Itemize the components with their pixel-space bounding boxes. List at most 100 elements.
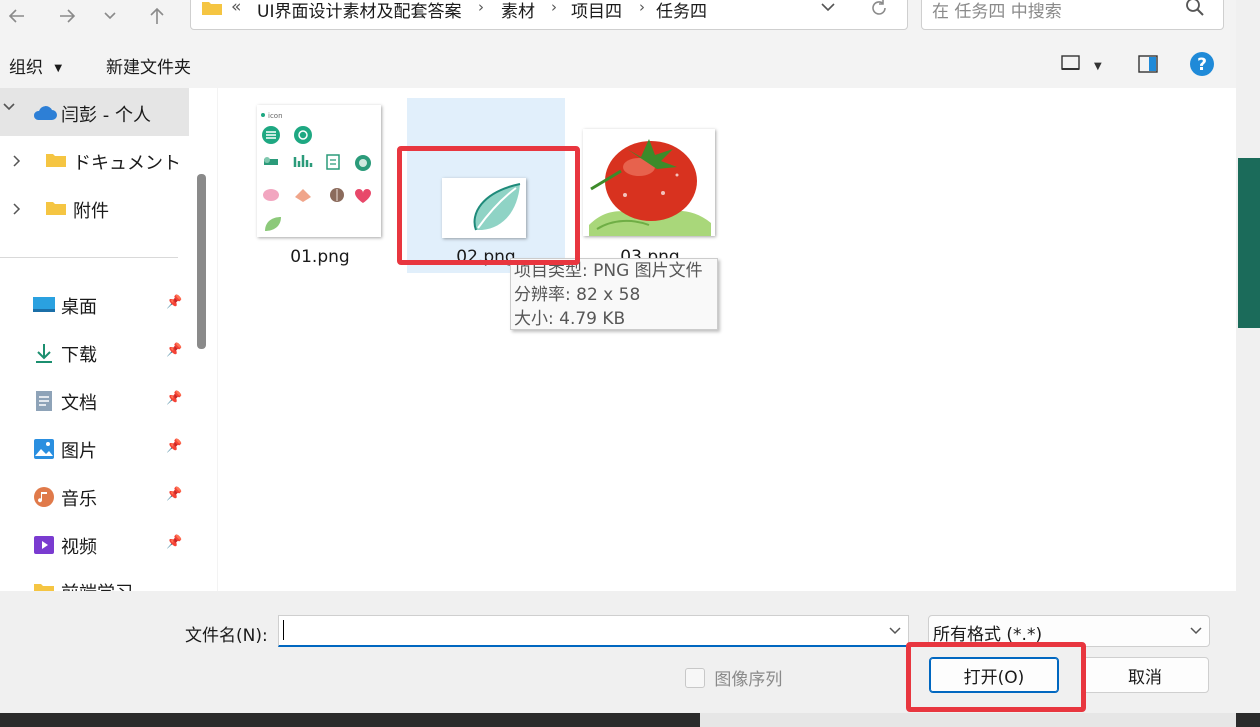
view-icon: [1061, 55, 1080, 70]
nav-scrollbar[interactable]: [197, 88, 207, 591]
folder-icon: [202, 2, 222, 15]
breadcrumb-item-3[interactable]: 项目四: [571, 0, 622, 22]
tomato-image: [589, 139, 711, 236]
chevron-down-icon: [1190, 627, 1202, 635]
cancel-button[interactable]: 取消: [1081, 657, 1209, 693]
chevron-right-icon[interactable]: [12, 201, 22, 221]
nav-item-label: 视频: [61, 537, 97, 558]
folder-icon: [34, 584, 54, 591]
back-button[interactable]: [0, 0, 34, 32]
organize-label: 组织: [9, 58, 43, 78]
nav-item-downloads[interactable]: 下载 📌: [0, 329, 189, 377]
command-bar: 组织 ▼ 新建文件夹 ▼ ?: [0, 40, 1236, 88]
tooltip-resolution: 分辨率: 82 x 58: [514, 285, 641, 305]
taskbar-segment: [700, 713, 1236, 727]
help-icon: ?: [1190, 52, 1214, 76]
breadcrumb-item-1[interactable]: UI界面设计素材及配套答案: [257, 0, 461, 22]
refresh-icon: [872, 0, 886, 15]
breadcrumb-item-2[interactable]: 素材: [501, 0, 535, 22]
filename-input[interactable]: [278, 615, 909, 647]
change-view-button[interactable]: [1060, 54, 1082, 77]
nav-item-frontend[interactable]: 前端学习: [0, 569, 189, 591]
pin-icon[interactable]: 📌: [166, 439, 182, 454]
caret-down-icon: ▼: [1094, 61, 1102, 72]
document-icon: [36, 391, 52, 411]
nav-item-desktop[interactable]: 桌面 📌: [0, 281, 189, 329]
nav-item-label: 图片: [61, 441, 97, 462]
caret-down-icon: ▼: [54, 62, 63, 74]
address-history-button[interactable]: [819, 0, 837, 21]
up-button[interactable]: [140, 0, 174, 32]
nav-item-documents-jp[interactable]: ドキュメント: [0, 136, 189, 184]
pin-icon[interactable]: 📌: [166, 295, 182, 310]
download-icon: [36, 344, 52, 363]
breadcrumb-item-4[interactable]: 任务四: [656, 0, 707, 22]
pin-icon[interactable]: 📌: [166, 343, 182, 358]
nav-item-label: 桌面: [61, 297, 97, 318]
icon-set-preview: icon: [261, 112, 371, 231]
navigation-pane: 闫彭 - 个人 ドキュメント 附件 桌面 📌 下载 📌 文档 📌 图片 📌 音乐…: [0, 88, 217, 591]
filename-label: 文件名(N):: [185, 626, 268, 646]
recent-locations-button[interactable]: [95, 0, 125, 32]
checkbox-label: 图像序列: [714, 670, 783, 690]
video-icon: [34, 536, 54, 554]
nav-item-label: ドキュメント: [73, 153, 181, 174]
breadcrumb-separator[interactable]: ›: [551, 0, 557, 16]
forward-arrow-icon: [60, 9, 76, 23]
folder-icon: [46, 154, 66, 167]
nav-item-label: 音乐: [61, 489, 97, 510]
chevron-down-icon: [104, 12, 116, 20]
preview-pane-button[interactable]: [1137, 54, 1159, 79]
background-window-edge: [1236, 0, 1260, 727]
nav-item-label: 文档: [61, 393, 97, 414]
nav-item-documents[interactable]: 文档 📌: [0, 377, 189, 425]
chevron-down-icon[interactable]: [2, 100, 16, 118]
nav-item-label: 闫彭 - 个人: [61, 105, 151, 126]
forward-button[interactable]: [50, 0, 84, 32]
search-input[interactable]: 在 任务四 中搜索: [932, 0, 1062, 22]
highlight-annotation-open: [906, 642, 1086, 712]
pin-icon[interactable]: 📌: [166, 535, 182, 550]
taskbar-edge: [0, 713, 1260, 727]
desktop-icon: [33, 297, 55, 312]
new-folder-button[interactable]: 新建文件夹: [106, 53, 191, 78]
svg-text:?: ?: [1197, 55, 1207, 75]
nav-item-music[interactable]: 音乐 📌: [0, 473, 189, 521]
address-row: « UI界面设计素材及配套答案 › 素材 › 项目四 › 任务四 在 任务四 中…: [0, 0, 1236, 38]
breadcrumb-overflow[interactable]: «: [231, 0, 241, 17]
music-icon: [34, 487, 54, 507]
thumbnail-03: [583, 129, 715, 236]
nav-item-label: 前端学习: [61, 579, 133, 591]
file-name: 01.png: [290, 247, 350, 267]
nav-item-videos[interactable]: 视频 📌: [0, 521, 189, 569]
nav-divider: [0, 257, 178, 258]
refresh-button[interactable]: [868, 0, 890, 24]
chevron-down-icon[interactable]: [888, 625, 902, 637]
view-options-button[interactable]: ▼: [1094, 54, 1102, 74]
search-box[interactable]: 在 任务四 中搜索: [921, 0, 1224, 30]
breadcrumb-separator[interactable]: ›: [639, 0, 645, 16]
help-button[interactable]: ?: [1189, 51, 1215, 82]
pin-icon[interactable]: 📌: [166, 391, 182, 406]
file-item-03[interactable]: 03.png: [575, 98, 725, 273]
highlight-annotation-file: [397, 146, 580, 265]
nav-item-label: 下载: [61, 345, 97, 366]
file-item-01[interactable]: icon 01.png: [245, 98, 395, 273]
search-icon: [1186, 0, 1204, 16]
nav-item-attachments[interactable]: 附件: [0, 184, 189, 232]
nav-item-pictures[interactable]: 图片 📌: [0, 425, 189, 473]
pin-icon[interactable]: 📌: [166, 487, 182, 502]
cloud-icon: [33, 106, 57, 120]
breadcrumb-separator[interactable]: ›: [478, 0, 484, 16]
scrollbar-thumb[interactable]: [197, 174, 206, 349]
thumb-label: icon: [268, 112, 283, 120]
checkbox-box[interactable]: [685, 667, 705, 688]
file-info-tooltip: 项目类型: PNG 图片文件 分辨率: 82 x 58 大小: 4.79 KB: [510, 258, 718, 330]
nav-item-label: 附件: [73, 201, 109, 222]
address-bar[interactable]: « UI界面设计素材及配套答案 › 素材 › 项目四 › 任务四: [190, 0, 908, 30]
chevron-right-icon[interactable]: [12, 153, 22, 173]
nav-item-onedrive[interactable]: 闫彭 - 个人: [0, 88, 189, 136]
image-sequence-checkbox[interactable]: 图像序列: [685, 665, 782, 690]
background-app-panel: [1238, 158, 1260, 328]
organize-menu-button[interactable]: 组织 ▼: [9, 53, 62, 78]
